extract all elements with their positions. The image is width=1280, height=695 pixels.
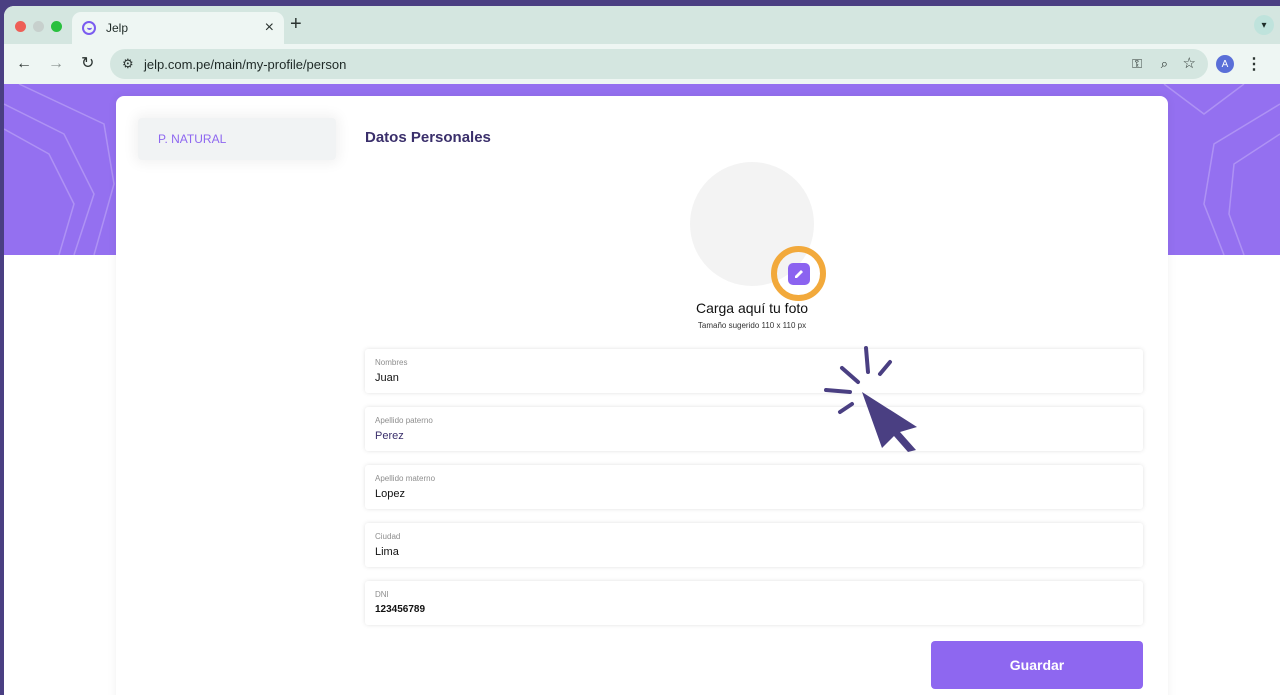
new-tab-button[interactable]: + xyxy=(290,14,302,34)
menu-kebab-icon[interactable]: ⋮ xyxy=(1246,54,1262,74)
field-label: Ciudad xyxy=(375,532,401,541)
sidebar-tab-natural-person[interactable]: P. NATURAL xyxy=(138,118,336,160)
minimize-window-button[interactable] xyxy=(33,21,44,32)
field-label: Apellido paterno xyxy=(375,416,433,425)
upload-photo-title: Carga aquí tu foto xyxy=(695,300,809,316)
maximize-window-button[interactable] xyxy=(51,21,62,32)
browser-window: Jelp × + ▾ ← → ↻ ⚙ jelp.com.pe/main/my-p… xyxy=(4,6,1280,695)
zoom-icon[interactable]: ⌕ xyxy=(1161,56,1168,72)
field-label: Apellido materno xyxy=(375,474,436,483)
edit-icon xyxy=(794,269,803,278)
browser-toolbar: ← → ↻ ⚙ jelp.com.pe/main/my-profile/pers… xyxy=(4,44,1280,84)
tab-jelp[interactable]: Jelp × xyxy=(72,12,284,44)
upload-photo-hint: Tamaño sugerido 110 x 110 px xyxy=(697,321,807,330)
sidebar-tab-label: P. NATURAL xyxy=(158,132,227,146)
tab-bar: Jelp × + ▾ xyxy=(4,6,1280,44)
back-icon[interactable]: ← xyxy=(16,54,32,74)
jelp-favicon-icon xyxy=(82,21,96,35)
profile-avatar[interactable]: A xyxy=(1216,55,1234,73)
page-content: P. NATURAL Datos Personales Carga aquí t… xyxy=(4,84,1280,695)
field-nombres[interactable]: Nombres Juan xyxy=(365,349,1143,393)
field-ciudad[interactable]: Ciudad Lima xyxy=(365,523,1143,567)
reload-icon[interactable]: ↻ xyxy=(81,54,94,74)
field-value[interactable]: Juan xyxy=(375,372,399,384)
save-button[interactable]: Guardar xyxy=(931,641,1143,689)
field-label: DNI xyxy=(375,590,389,599)
tab-title: Jelp xyxy=(106,21,129,35)
field-dni[interactable]: DNI 123456789 xyxy=(365,581,1143,625)
star-icon[interactable]: ☆ xyxy=(1183,54,1196,72)
tab-close-icon[interactable]: × xyxy=(265,20,274,36)
tab-search-chevron-icon[interactable]: ▾ xyxy=(1254,15,1274,35)
field-value[interactable]: Lopez xyxy=(375,488,405,500)
edit-photo-highlight xyxy=(771,246,826,301)
field-apellido-materno[interactable]: Apellido materno Lopez xyxy=(365,465,1143,509)
close-window-button[interactable] xyxy=(15,21,26,32)
field-apellido-paterno[interactable]: Apellido paterno Perez xyxy=(365,407,1143,451)
edit-photo-button[interactable] xyxy=(787,262,810,285)
field-value[interactable]: Lima xyxy=(375,546,399,558)
address-bar[interactable]: ⚙ jelp.com.pe/main/my-profile/person ⚿ ⌕… xyxy=(110,49,1208,79)
field-value[interactable]: Perez xyxy=(375,430,404,442)
pointer-cursor-icon xyxy=(824,346,917,452)
key-icon[interactable]: ⚿ xyxy=(1132,56,1142,72)
field-value[interactable]: 123456789 xyxy=(375,604,425,615)
section-title: Datos Personales xyxy=(365,129,491,146)
profile-card: P. NATURAL Datos Personales Carga aquí t… xyxy=(116,96,1168,695)
field-label: Nombres xyxy=(375,358,408,367)
forward-icon[interactable]: → xyxy=(48,54,64,74)
url-text[interactable]: jelp.com.pe/main/my-profile/person xyxy=(144,57,346,72)
site-settings-icon[interactable]: ⚙ xyxy=(122,56,134,72)
